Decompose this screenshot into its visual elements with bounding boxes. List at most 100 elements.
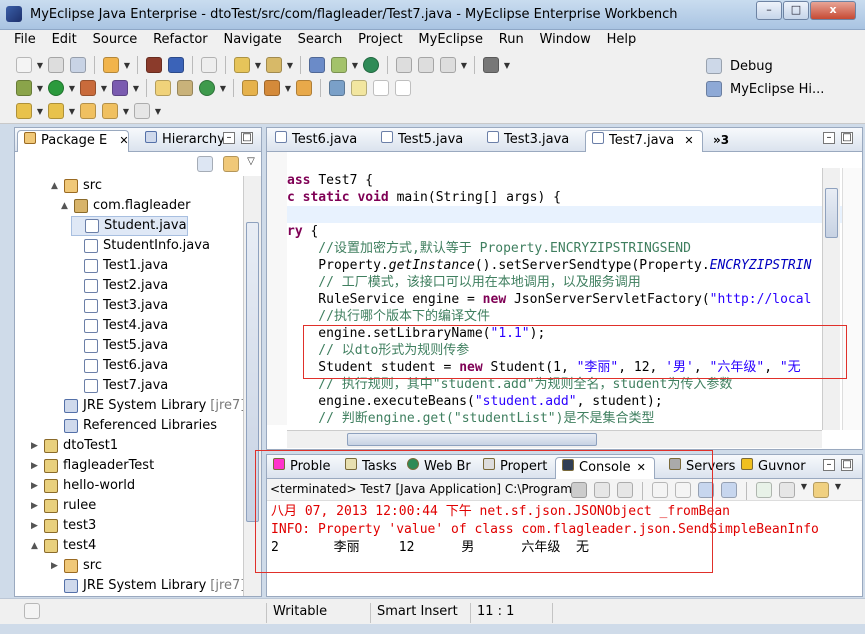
next-annotation-dropdown-icon[interactable]: ▼ xyxy=(36,107,44,116)
run-dropdown-icon[interactable]: ▼ xyxy=(68,84,76,93)
expand-toggle-icon[interactable]: ▲ xyxy=(61,196,71,216)
tree-item[interactable]: ▶ src xyxy=(51,556,102,576)
tab-test7[interactable]: Test7.java ✕ xyxy=(585,130,703,152)
expand-toggle-icon[interactable]: ▶ xyxy=(31,436,41,456)
tree-item[interactable]: ▲ test4 xyxy=(31,536,96,556)
minimize-view-icon[interactable]: – xyxy=(223,132,235,144)
previous-annotation-dropdown-icon[interactable]: ▼ xyxy=(68,107,76,116)
tree-item[interactable]: ▶ rulee xyxy=(31,496,96,516)
wizard-dropdown-icon[interactable]: ▼ xyxy=(254,61,262,70)
tree-item[interactable]: Test2.java xyxy=(71,276,168,296)
profile-icon[interactable] xyxy=(112,80,128,96)
tab-test6[interactable]: Test6.java xyxy=(269,130,363,152)
menu-file[interactable]: File xyxy=(8,30,42,50)
search-icon[interactable] xyxy=(264,80,280,96)
copy-icon[interactable] xyxy=(418,57,434,73)
open-task-list-icon[interactable] xyxy=(296,80,312,96)
class-dropdown-icon[interactable]: ▼ xyxy=(219,84,227,93)
server-icon[interactable] xyxy=(331,57,347,73)
tree-item[interactable]: ▲ com.flagleader xyxy=(61,196,190,216)
expand-toggle-icon[interactable]: ▶ xyxy=(31,456,41,476)
web-browser-icon[interactable] xyxy=(201,57,217,73)
open-console-dropdown-icon[interactable]: ▼ xyxy=(834,482,842,500)
external-tools-icon[interactable] xyxy=(80,80,96,96)
back-icon[interactable] xyxy=(102,103,118,119)
editor-vertical-scrollbar[interactable] xyxy=(822,168,840,430)
maximize-console-icon[interactable]: □ xyxy=(841,459,853,471)
print-icon[interactable] xyxy=(70,57,86,73)
generate-dropdown-icon[interactable]: ▼ xyxy=(286,61,294,70)
more-tabs-button[interactable]: »3 xyxy=(707,130,735,152)
save-icon[interactable] xyxy=(48,57,64,73)
open-type-icon[interactable] xyxy=(146,57,162,73)
minimize-editor-icon[interactable]: – xyxy=(823,132,835,144)
display-console-icon[interactable] xyxy=(779,482,795,498)
expand-toggle-icon[interactable]: ▲ xyxy=(31,536,41,556)
back-dropdown-icon[interactable]: ▼ xyxy=(122,107,130,116)
new-wizard-icon[interactable] xyxy=(234,57,250,73)
menu-refactor[interactable]: Refactor xyxy=(147,30,214,50)
block-selection-icon[interactable] xyxy=(373,80,389,96)
tree-item[interactable]: Test3.java xyxy=(71,296,168,316)
forward-dropdown-icon[interactable]: ▼ xyxy=(154,107,162,116)
open-console-icon[interactable] xyxy=(813,482,829,498)
tab-test5[interactable]: Test5.java xyxy=(375,130,469,152)
last-edit-location-icon[interactable] xyxy=(80,103,96,119)
menu-help[interactable]: Help xyxy=(601,30,643,50)
tab-hierarchy[interactable]: Hierarchy xyxy=(139,130,231,152)
tree-item[interactable]: ▶ test3 xyxy=(31,516,96,536)
paste-dropdown-icon[interactable]: ▼ xyxy=(460,61,468,70)
new-icon[interactable] xyxy=(16,57,32,73)
tab-test3[interactable]: Test3.java xyxy=(481,130,575,152)
expand-toggle-icon[interactable]: ▶ xyxy=(31,476,41,496)
tree-item[interactable]: JRE System Library [jre7] xyxy=(51,576,243,596)
highlight-icon[interactable] xyxy=(351,80,367,96)
camera-icon[interactable] xyxy=(483,57,499,73)
tree-item[interactable]: Test6.java xyxy=(71,356,168,376)
maximize-editor-icon[interactable]: □ xyxy=(841,132,853,144)
task-dropdown-icon[interactable]: ▼ xyxy=(123,61,131,70)
previous-annotation-icon[interactable] xyxy=(48,103,64,119)
overview-ruler[interactable] xyxy=(842,168,862,430)
show-stderr-icon[interactable] xyxy=(721,482,737,498)
link-with-editor-icon[interactable] xyxy=(223,156,239,172)
tree-item[interactable]: Test4.java xyxy=(71,316,168,336)
editor-scroll-thumb[interactable] xyxy=(825,188,838,238)
tree-item[interactable]: StudentInfo.java xyxy=(71,236,210,256)
server-dropdown-icon[interactable]: ▼ xyxy=(351,61,359,70)
camera-dropdown-icon[interactable]: ▼ xyxy=(503,61,511,70)
menu-window[interactable]: Window xyxy=(534,30,597,50)
pin-console-icon[interactable] xyxy=(756,482,772,498)
display-console-dropdown-icon[interactable]: ▼ xyxy=(800,482,808,500)
run-icon[interactable] xyxy=(48,80,64,96)
editor-horizontal-scrollbar[interactable] xyxy=(287,430,822,448)
menu-source[interactable]: Source xyxy=(87,30,144,50)
debug-icon[interactable] xyxy=(16,80,32,96)
expand-toggle-icon[interactable]: ▶ xyxy=(31,516,41,536)
open-folder-icon[interactable] xyxy=(242,80,258,96)
tab-guvnor[interactable]: Guvnor xyxy=(735,457,812,479)
close-button[interactable]: x xyxy=(810,1,856,20)
collapse-all-icon[interactable] xyxy=(197,156,213,172)
tree-item[interactable]: ▶ hello-world xyxy=(31,476,135,496)
expand-toggle-icon[interactable]: ▶ xyxy=(31,496,41,516)
view-menu-icon[interactable]: ▽ xyxy=(247,156,255,172)
editor-hscroll-thumb[interactable] xyxy=(347,433,597,446)
menu-edit[interactable]: Edit xyxy=(46,30,83,50)
globe-icon[interactable] xyxy=(363,57,379,73)
close-tab-icon[interactable]: ✕ xyxy=(119,134,128,147)
tree-item[interactable]: ▶ dtoTest1 xyxy=(31,436,118,456)
generate-icon[interactable] xyxy=(266,57,282,73)
tree-item[interactable]: Test5.java xyxy=(71,336,168,356)
paste-icon[interactable] xyxy=(440,57,456,73)
perspective-debug[interactable]: Debug xyxy=(704,58,773,74)
code-view[interactable]: ass Test7 { c static void main(String[] … xyxy=(287,168,844,425)
tree-item[interactable]: ▶ flagleaderTest xyxy=(31,456,154,476)
new-package-icon[interactable] xyxy=(177,80,193,96)
external-tools-dropdown-icon[interactable]: ▼ xyxy=(100,84,108,93)
tree-item[interactable]: Test1.java xyxy=(71,256,168,276)
menu-project[interactable]: Project xyxy=(352,30,408,50)
tree-item[interactable]: Referenced Libraries xyxy=(51,416,217,436)
search-dropdown-icon[interactable]: ▼ xyxy=(284,84,292,93)
minimize-console-icon[interactable]: – xyxy=(823,459,835,471)
